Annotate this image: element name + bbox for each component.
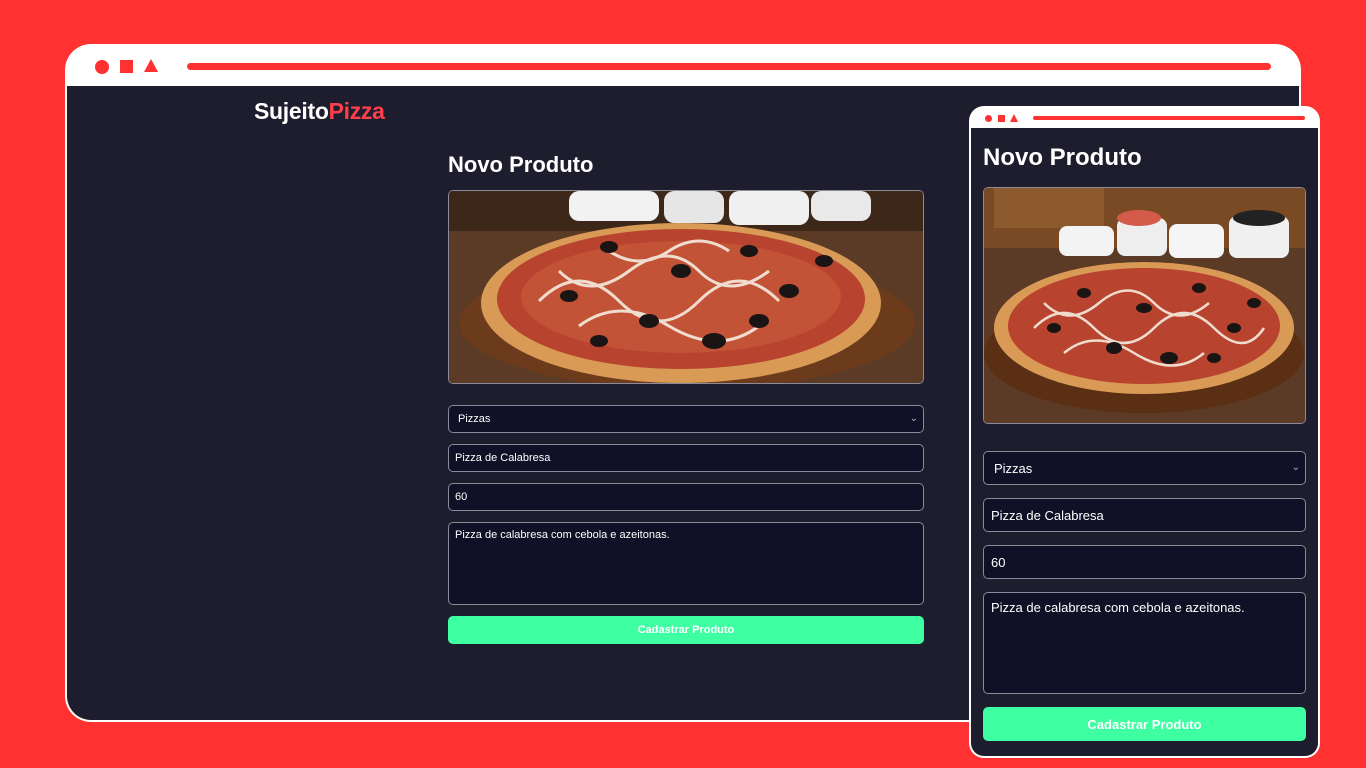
product-price-input-mobile[interactable]: 60 (983, 545, 1306, 579)
category-select-value-mobile: Pizzas (994, 461, 1033, 476)
product-price-input[interactable]: 60 (448, 483, 924, 511)
triangle-icon (1010, 114, 1018, 122)
chevron-down-icon: ⌄ (1291, 461, 1300, 473)
product-image-mobile[interactable] (983, 187, 1306, 424)
category-select-mobile[interactable]: Pizzas ⌄ (983, 451, 1306, 485)
mobile-viewport: Novo Produto Pizzas ⌄ Pizza de Calabresa… (971, 128, 1318, 756)
product-name-input[interactable]: Pizza de Calabresa (448, 444, 924, 472)
chevron-down-icon: ⌄ (909, 412, 918, 424)
product-form: Novo Produto Pizzas ⌄ Pizza de Calabresa… (448, 152, 924, 644)
product-description-textarea[interactable]: Pizza de calabresa com cebola e azeitona… (448, 522, 924, 605)
circle-icon (985, 115, 992, 122)
triangle-icon (144, 59, 158, 72)
square-icon (120, 60, 133, 73)
brand-logo-part1: Sujeito (254, 98, 329, 124)
address-bar[interactable] (187, 63, 1271, 70)
product-image[interactable] (448, 190, 924, 384)
product-form-mobile: Novo Produto Pizzas ⌄ Pizza de Calabresa… (983, 144, 1306, 741)
address-bar[interactable] (1033, 116, 1305, 120)
page-title-mobile: Novo Produto (983, 144, 1142, 171)
mobile-browser-window: Novo Produto Pizzas ⌄ Pizza de Calabresa… (969, 106, 1320, 758)
submit-product-button[interactable]: Cadastrar Produto (448, 616, 924, 644)
brand-logo[interactable]: SujeitoPizza (254, 98, 385, 125)
page-title: Novo Produto (448, 152, 594, 177)
category-select-value: Pizzas (458, 413, 491, 425)
browser-title-bar (65, 44, 1301, 86)
mockup-stage: SujeitoPizza Novo Produto Pizzas ⌄ Pizza… (0, 0, 1366, 768)
product-description-textarea-mobile[interactable]: Pizza de calabresa com cebola e azeitona… (983, 592, 1306, 694)
circle-icon (95, 60, 109, 74)
brand-logo-part2: Pizza (328, 98, 385, 124)
product-name-input-mobile[interactable]: Pizza de Calabresa (983, 498, 1306, 532)
square-icon (998, 115, 1005, 122)
submit-product-button-mobile[interactable]: Cadastrar Produto (983, 707, 1306, 741)
category-select[interactable]: Pizzas ⌄ (448, 405, 924, 433)
